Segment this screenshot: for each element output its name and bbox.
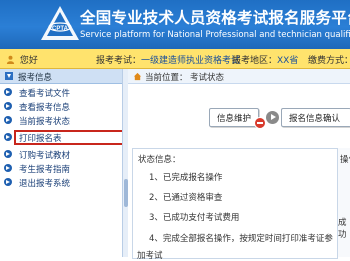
arrow-bullet-icon bbox=[4, 102, 12, 110]
home-icon bbox=[133, 72, 142, 81]
arrow-bullet-icon bbox=[4, 150, 12, 158]
stop-icon bbox=[254, 117, 266, 129]
operation-result: 成功 bbox=[338, 218, 347, 240]
operation-column: 操作 bbox=[337, 148, 350, 257]
sidebar-item-exit[interactable]: 退出报考系统 bbox=[4, 177, 116, 189]
status-line: 2、已通过资格审查 bbox=[149, 193, 223, 203]
sidebar-item-label: 订购考试教材 bbox=[19, 151, 71, 161]
collapse-icon bbox=[5, 72, 13, 80]
sidebar-item-exam-files[interactable]: 查看考试文件 bbox=[4, 87, 116, 99]
sidebar-item-label: 考生报考指南 bbox=[19, 165, 71, 175]
sidebar-item-label: 退出报考系统 bbox=[19, 179, 71, 189]
arrow-bullet-icon bbox=[4, 88, 12, 96]
sidebar-header-label: 报考信息 bbox=[18, 73, 53, 83]
sidebar: 报考信息 查看考试文件 查看报考信息 当前报考状态 打印报名表 订购考试教材 考… bbox=[0, 69, 122, 257]
site-banner: CPTA 全国专业技术人员资格考试报名服务平台 Service platform… bbox=[0, 0, 350, 49]
sidebar-item-view-registration[interactable]: 查看报考信息 bbox=[4, 101, 116, 113]
logo-text: CPTA bbox=[52, 26, 69, 32]
status-panel: 状态信息： 1、已完成报名操作 2、已通过资格审查 3、已成功支付考试费用 4、… bbox=[132, 148, 338, 261]
region-label: 报考地区： bbox=[232, 56, 278, 66]
site-title: 全国专业技术人员资格考试报名服务平台 bbox=[80, 9, 350, 27]
cpta-logo-icon: CPTA bbox=[41, 6, 79, 40]
breadcrumb-label: 当前位置： bbox=[145, 73, 188, 83]
arrow-bullet-icon bbox=[4, 133, 12, 141]
sidebar-item-current-status[interactable]: 当前报考状态 bbox=[4, 115, 116, 127]
status-line: 加考试 bbox=[137, 251, 163, 261]
step-info-maintain[interactable]: 信息维护 bbox=[209, 108, 259, 127]
sidebar-item-guide[interactable]: 考生报考指南 bbox=[4, 163, 116, 175]
sidebar-item-label: 查看报考信息 bbox=[19, 103, 71, 113]
exam-value: 一级建造师执业资格考试 bbox=[141, 56, 241, 66]
status-line: 4、完成全部报名操作，按规定时间打印准考证参 bbox=[149, 234, 333, 244]
region-info: 报考地区：XX省 bbox=[232, 53, 298, 66]
greeting-text: 您好 bbox=[19, 56, 38, 66]
arrow-bullet-icon bbox=[4, 116, 12, 124]
user-icon bbox=[6, 55, 15, 64]
fee-label: 缴费方式： bbox=[308, 56, 350, 66]
user-info-bar: 您好 报考考试：一级建造师执业资格考试 报考地区：XX省 缴费方式： bbox=[0, 49, 350, 69]
greeting: 您好 bbox=[6, 53, 38, 66]
main-content: 当前位置： 考试状态 信息维护 报名信息确认 状态信息： 1、已完成报名操作 2… bbox=[128, 69, 350, 261]
breadcrumb: 当前位置： 考试状态 bbox=[128, 69, 350, 84]
sidebar-item-label: 查看考试文件 bbox=[19, 89, 71, 99]
site-subtitle: Service platform for National Profession… bbox=[80, 30, 350, 40]
status-line: 1、已完成报名操作 bbox=[149, 173, 223, 183]
step-label: 报名信息确认 bbox=[289, 114, 341, 124]
exam-info: 报考考试：一级建造师执业资格考试 bbox=[96, 53, 240, 66]
sidebar-item-label: 当前报考状态 bbox=[19, 117, 71, 127]
status-title: 状态信息： bbox=[138, 155, 181, 165]
arrow-bullet-icon bbox=[4, 164, 12, 172]
fee-info: 缴费方式： bbox=[308, 53, 350, 66]
breadcrumb-value: 考试状态 bbox=[190, 73, 225, 83]
step-label: 信息维护 bbox=[217, 114, 252, 124]
sidebar-item-order-books[interactable]: 订购考试教材 bbox=[4, 149, 116, 161]
highlight-box bbox=[14, 130, 124, 145]
exam-label: 报考考试： bbox=[96, 56, 142, 66]
arrow-bullet-icon bbox=[4, 178, 12, 186]
region-value: XX省 bbox=[277, 56, 299, 66]
arrow-right-icon bbox=[266, 111, 279, 124]
step-confirm-registration[interactable]: 报名信息确认 bbox=[281, 108, 350, 127]
operation-header: 操作 bbox=[340, 155, 350, 165]
sidebar-header[interactable]: 报考信息 bbox=[0, 69, 122, 84]
status-line: 3、已成功支付考试费用 bbox=[149, 213, 240, 223]
